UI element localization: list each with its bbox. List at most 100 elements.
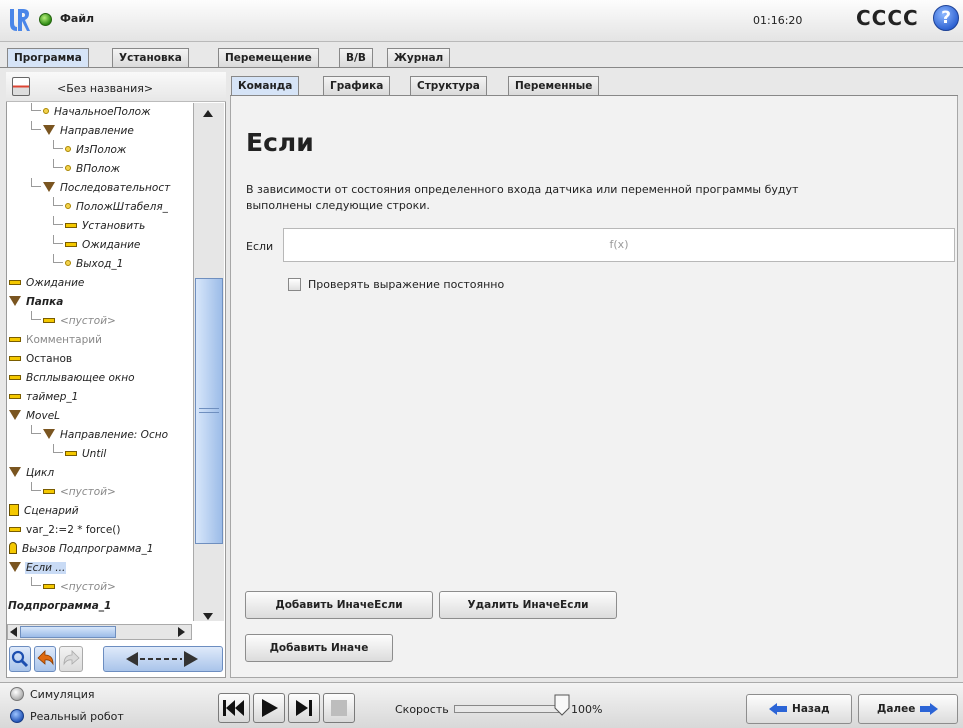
- help-icon[interactable]: ?: [933, 5, 959, 31]
- add-elseif-button[interactable]: Добавить ИначеЕсли: [245, 591, 433, 619]
- tab-graphics[interactable]: Графика: [323, 76, 391, 96]
- tree-node[interactable]: Последовательност: [7, 178, 193, 198]
- clock: 01:16:20: [753, 14, 803, 27]
- title-bar: [0, 0, 963, 42]
- tree-node-label: <пустой>: [60, 581, 116, 593]
- tab-command[interactable]: Команда: [231, 76, 300, 96]
- real-robot-radio[interactable]: [10, 709, 24, 723]
- program-tree: НачальноеПолож Направление ИзПолож ВПолож По…: [7, 103, 193, 621]
- program-name: <Без названия>: [57, 82, 154, 95]
- scroll-up-icon[interactable]: [203, 110, 213, 117]
- tree-node[interactable]: Направление: [7, 121, 193, 141]
- step-button[interactable]: [288, 693, 320, 723]
- tree-node-label: Всплывающее окно: [26, 372, 135, 384]
- tree-node[interactable]: Вызов Подпрограмма_1: [7, 540, 193, 559]
- file-menu[interactable]: Файл: [60, 12, 94, 25]
- check-continuously-checkbox[interactable]: [288, 278, 301, 291]
- tab-program[interactable]: Программа: [7, 48, 89, 68]
- command-icon: [9, 336, 21, 342]
- search-button[interactable]: [9, 646, 31, 672]
- tree-node[interactable]: Until: [7, 444, 193, 464]
- tab-io[interactable]: В/В: [339, 48, 373, 68]
- waypoint-icon: [65, 165, 71, 171]
- expression-field[interactable]: f(x): [283, 228, 955, 262]
- tree-node[interactable]: Всплывающее окно: [7, 369, 193, 388]
- check-continuously-label[interactable]: Проверять выражение постоянно: [308, 278, 504, 291]
- tree-node[interactable]: Подпрограмма_1: [7, 597, 193, 616]
- tree-node[interactable]: Папка: [7, 293, 193, 312]
- command-icon: [43, 488, 55, 494]
- tree-node[interactable]: Останов: [7, 350, 193, 369]
- waypoint-icon: [65, 260, 71, 266]
- tree-node[interactable]: var_2:=2 * force(): [7, 521, 193, 540]
- expand-folder-icon: [43, 125, 55, 135]
- command-icon: [9, 393, 21, 399]
- scroll-right-icon[interactable]: [178, 627, 185, 637]
- expand-folder-icon: [43, 429, 55, 439]
- tree-node[interactable]: Ожидание: [7, 235, 193, 255]
- add-else-button[interactable]: Добавить Иначе: [245, 634, 393, 662]
- tree-node[interactable]: Комментарий: [7, 331, 193, 350]
- tree-node[interactable]: Направление: Осно: [7, 425, 193, 445]
- tree-node[interactable]: Если ...: [7, 559, 193, 578]
- speed-slider-thumb[interactable]: [554, 694, 570, 716]
- tree-node[interactable]: таймер_1: [7, 388, 193, 407]
- description-line: В зависимости от состояния определенного…: [246, 183, 799, 196]
- next-button[interactable]: Далее: [858, 694, 958, 724]
- tab-move[interactable]: Перемещение: [218, 48, 319, 68]
- tree-node[interactable]: НачальноеПолож: [7, 103, 193, 122]
- tab-variables[interactable]: Переменные: [508, 76, 600, 96]
- tree-node[interactable]: <пустой>: [7, 577, 193, 597]
- tree-connector: [53, 140, 63, 149]
- rewind-button[interactable]: [218, 693, 250, 723]
- tab-log[interactable]: Журнал: [387, 48, 451, 68]
- tree-node[interactable]: <пустой>: [7, 311, 193, 331]
- tree-node[interactable]: Выход_1: [7, 254, 193, 274]
- tree-node[interactable]: Ожидание: [7, 274, 193, 293]
- real-robot-label[interactable]: Реальный робот: [30, 710, 124, 723]
- undo-button[interactable]: [34, 646, 56, 672]
- tree-node[interactable]: ИзПолож: [7, 140, 193, 160]
- tree-node[interactable]: <пустой>: [7, 482, 193, 502]
- save-icon[interactable]: [12, 77, 30, 96]
- tree-node-label: Ожидание: [26, 277, 85, 289]
- tab-structure[interactable]: Структура: [410, 76, 487, 96]
- stop-button[interactable]: [323, 693, 355, 723]
- arrow-left-icon: [769, 703, 788, 715]
- arrow-right-icon: [920, 703, 939, 715]
- command-icon: [65, 450, 77, 456]
- tree-node[interactable]: ВПолож: [7, 159, 193, 179]
- command-icon: [43, 317, 55, 323]
- simulation-label[interactable]: Симуляция: [30, 688, 95, 701]
- expand-folder-icon: [43, 182, 55, 192]
- skip-back-icon: [223, 700, 244, 716]
- remove-elseif-button[interactable]: Удалить ИначеЕсли: [439, 591, 617, 619]
- scroll-down-icon[interactable]: [203, 613, 213, 620]
- redo-button[interactable]: [59, 646, 83, 672]
- tree-node[interactable]: Установить: [7, 216, 193, 236]
- tree-node[interactable]: ПоложШтабеля_: [7, 197, 193, 217]
- tree-node-label: var_2:=2 * force(): [26, 524, 121, 536]
- play-button[interactable]: [253, 693, 285, 723]
- back-label: Назад: [792, 703, 830, 715]
- tree-node[interactable]: Цикл: [7, 464, 193, 483]
- tree-node-label: Until: [82, 448, 107, 460]
- robot-status-icon[interactable]: [39, 13, 52, 26]
- simulation-radio[interactable]: [10, 687, 24, 701]
- waypoint-icon: [43, 108, 49, 114]
- tree-connector: [31, 103, 41, 111]
- robot-name: CCCC: [856, 6, 919, 30]
- tab-installation[interactable]: Установка: [112, 48, 189, 68]
- tree-node-label: <пустой>: [60, 486, 116, 498]
- back-button[interactable]: Назад: [746, 694, 852, 724]
- move-node-button[interactable]: [103, 646, 223, 672]
- command-icon: [9, 279, 21, 285]
- tree-node[interactable]: Сценарий: [7, 502, 193, 521]
- next-label: Далее: [876, 703, 916, 715]
- speed-label: Скорость: [395, 703, 449, 716]
- tree-node[interactable]: MoveL: [7, 407, 193, 426]
- scroll-left-icon[interactable]: [10, 627, 17, 637]
- tree-node-label: Останов: [26, 353, 73, 365]
- tree-hscroll-thumb[interactable]: [20, 626, 116, 638]
- speed-value: 100%: [571, 703, 603, 716]
